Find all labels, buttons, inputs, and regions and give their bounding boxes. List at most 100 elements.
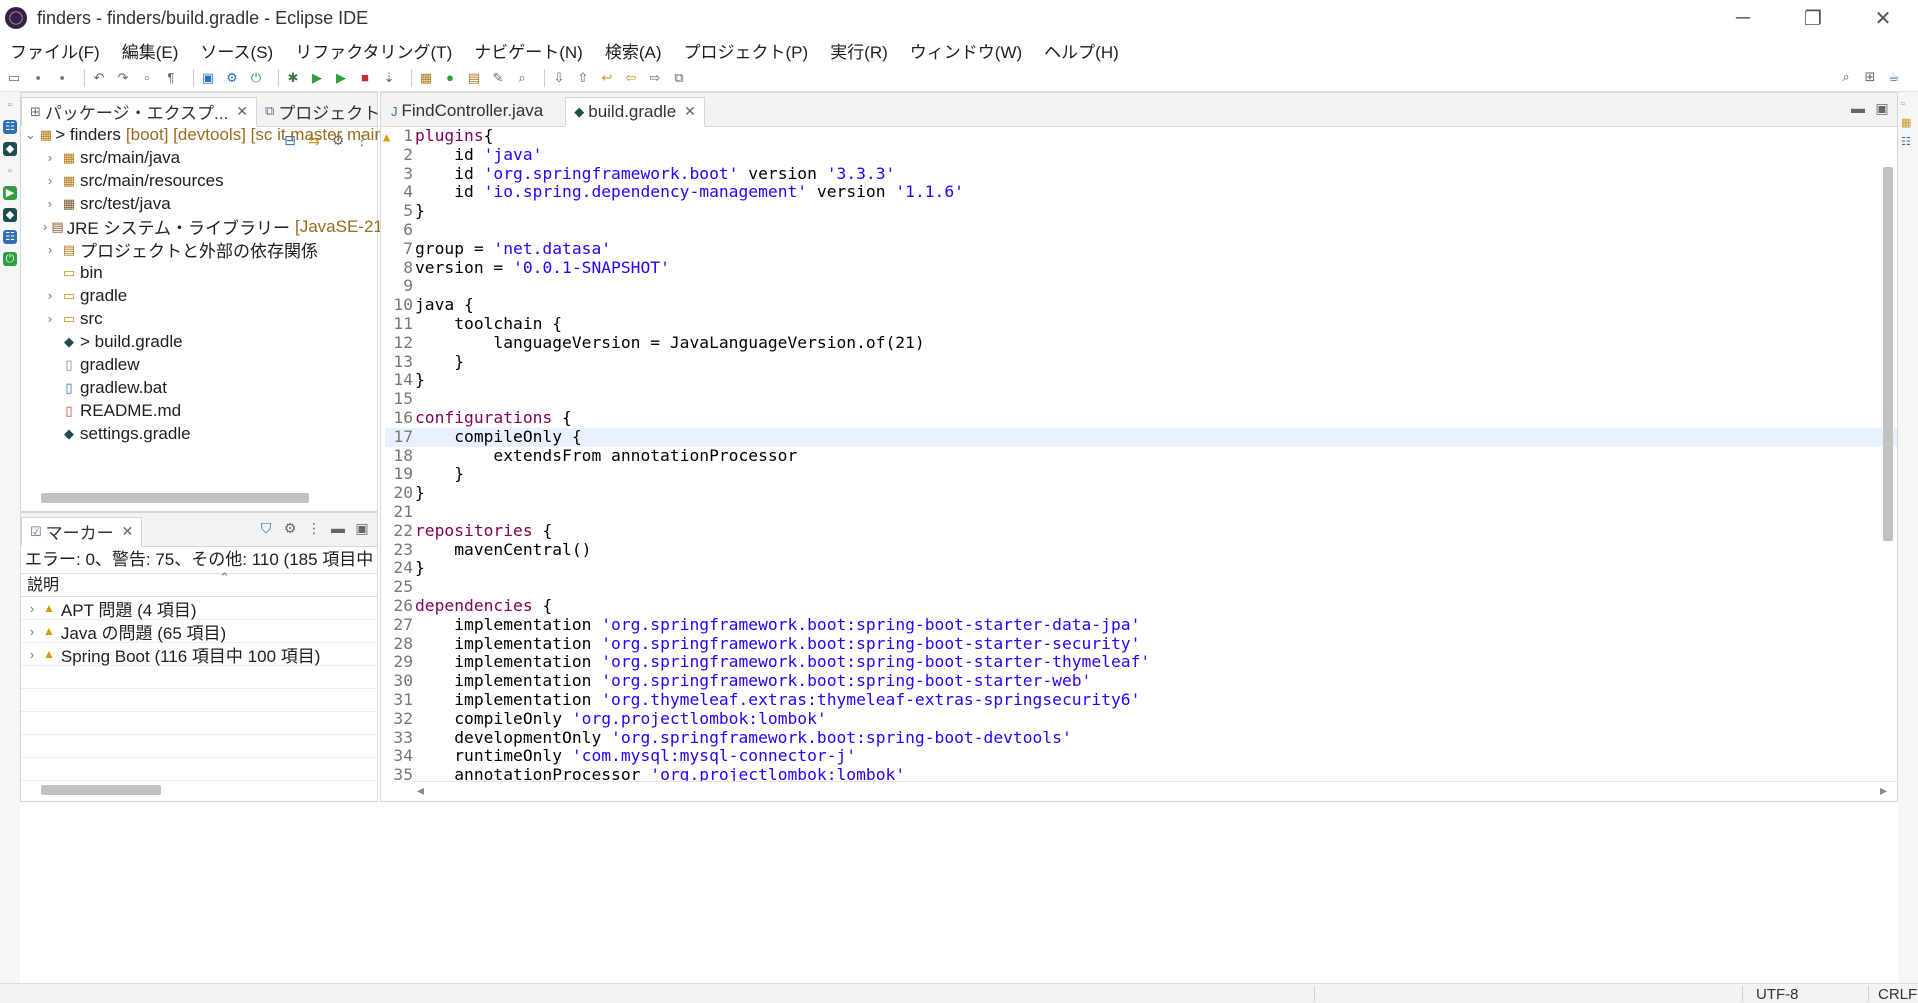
open-perspective-icon[interactable]: ⊞ xyxy=(1862,69,1878,85)
gradle-executions-icon[interactable]: ◆ xyxy=(3,208,17,222)
tree-item[interactable]: › ▭ src xyxy=(21,307,377,330)
menu-project[interactable]: プロジェクト(P) xyxy=(684,38,809,63)
search-icon[interactable]: ⌕ xyxy=(1838,69,1854,85)
chevron-right-icon[interactable]: › xyxy=(25,624,39,639)
tab-markers[interactable]: ☑ マーカー ✕ xyxy=(21,517,143,547)
menu-refactor[interactable]: リファクタリング(T) xyxy=(295,38,452,63)
deploy-icon[interactable]: ⇣ xyxy=(381,70,397,86)
menu-window[interactable]: ウィンドウ(W) xyxy=(910,38,1022,63)
new-icon[interactable]: ▭ xyxy=(6,70,22,86)
view-menu-icon[interactable]: ⋮ xyxy=(305,519,323,537)
tree-item[interactable]: ▭ bin xyxy=(21,261,377,284)
pin-editor-icon[interactable]: ⧉ xyxy=(671,70,687,86)
menu-search[interactable]: 検索(A) xyxy=(605,38,662,63)
chevron-right-icon[interactable]: › xyxy=(25,647,39,662)
marker-group-row[interactable]: › ▲ Java の問題 (65 項目) xyxy=(21,620,377,643)
last-edit-icon[interactable]: ↩ xyxy=(599,70,615,86)
chevron-right-icon[interactable]: › xyxy=(43,173,57,188)
column-header-description[interactable]: 説明 ⌃ xyxy=(21,570,377,597)
tree-item[interactable]: ◆ settings.gradle xyxy=(21,422,377,445)
search-file-icon[interactable]: ⌕ xyxy=(514,70,530,86)
filter-icon[interactable]: ⛉ xyxy=(257,519,275,537)
tab-build-gradle[interactable]: ◆ build.gradle ✕ xyxy=(565,97,705,127)
scroll-right-icon[interactable]: ▸ xyxy=(1880,782,1887,799)
minimize-view-icon[interactable]: ▬ xyxy=(1849,99,1867,117)
show-whitespace-icon[interactable]: ¶ xyxy=(163,70,179,86)
hierarchy-icon[interactable]: ☷ xyxy=(3,120,17,134)
servers-icon[interactable]: ☷ xyxy=(3,230,17,244)
open-type-icon[interactable]: ▤ xyxy=(466,70,482,86)
close-icon[interactable]: ✕ xyxy=(122,523,134,540)
minimize-view-icon[interactable]: ▬ xyxy=(329,519,347,537)
marker-group-row[interactable]: › ▲ Spring Boot (116 項目中 100 項目) xyxy=(21,643,377,666)
marker-group-row[interactable]: › ▲ APT 問題 (4 項目) xyxy=(21,597,377,620)
minimize-button[interactable]: ─ xyxy=(1708,0,1778,36)
stop-icon[interactable]: ■ xyxy=(357,70,373,86)
menu-navigate[interactable]: ナビゲート(N) xyxy=(474,38,583,63)
chevron-down-icon[interactable]: ⌄ xyxy=(25,127,36,143)
debug-icon[interactable]: ✱ xyxy=(285,70,301,86)
prev-annotation-icon[interactable]: ⇧ xyxy=(575,70,591,86)
run-external-icon[interactable]: ▶ xyxy=(333,70,349,86)
chevron-right-icon[interactable]: › xyxy=(43,288,57,303)
scroll-left-icon[interactable]: ◂ xyxy=(417,782,424,799)
vertical-scrollbar[interactable] xyxy=(1883,167,1893,541)
next-annotation-icon[interactable]: ⇩ xyxy=(551,70,567,86)
restore-icon[interactable]: ▫ xyxy=(1901,98,1915,110)
tree-item[interactable]: ▯ gradlew xyxy=(21,353,377,376)
close-icon[interactable]: ✕ xyxy=(684,103,696,120)
toggle-mark-icon[interactable]: ▫ xyxy=(139,70,155,86)
encoding-status[interactable]: UTF-8 xyxy=(1756,986,1799,1003)
editor-horizontal-scrollbar[interactable]: ◂ ▸ xyxy=(413,781,1897,801)
focus-icon[interactable]: ⚙ xyxy=(281,519,299,537)
menu-edit[interactable]: 編集(E) xyxy=(122,38,179,63)
code-editor[interactable]: ▲ 1 plugins{2 id 'java' 3 id 'org.springfr… xyxy=(381,127,1897,781)
tab-find-controller[interactable]: J FindController.java xyxy=(383,96,551,126)
menu-help[interactable]: ヘルプ(H) xyxy=(1044,38,1119,63)
restore-icon[interactable]: ▫ xyxy=(3,98,17,112)
spring-boot-icon[interactable]: ⏻ xyxy=(248,70,264,86)
chevron-right-icon[interactable]: › xyxy=(43,311,57,326)
boot-dashboard-icon[interactable]: ▶ xyxy=(3,186,17,200)
tree-item[interactable]: › ▦ src/main/resources xyxy=(21,169,377,192)
maximize-view-icon[interactable]: ▣ xyxy=(1873,99,1891,117)
line-delimiter-status[interactable]: CRLF xyxy=(1878,986,1917,1003)
chevron-right-icon[interactable]: › xyxy=(25,601,39,616)
forward-icon[interactable]: ⇨ xyxy=(647,70,663,86)
close-button[interactable]: ✕ xyxy=(1848,0,1918,36)
menu-source[interactable]: ソース(S) xyxy=(200,38,273,63)
undo-icon[interactable]: ↶ xyxy=(91,70,107,86)
chevron-right-icon[interactable]: › xyxy=(43,150,57,165)
back-icon[interactable]: ⇦ xyxy=(623,70,639,86)
menu-run[interactable]: 実行(R) xyxy=(830,38,888,63)
chevron-right-icon[interactable]: › xyxy=(43,196,57,211)
chevron-right-icon[interactable]: › xyxy=(43,219,47,234)
maximize-view-icon[interactable]: ▣ xyxy=(353,519,371,537)
java-perspective-icon[interactable]: ☕ xyxy=(1886,69,1902,85)
new-class-icon[interactable]: ● xyxy=(442,70,458,86)
chevron-right-icon[interactable]: › xyxy=(43,242,57,257)
redo-icon[interactable]: ↷ xyxy=(115,70,131,86)
open-task-icon[interactable]: ✎ xyxy=(490,70,506,86)
task-list-icon[interactable]: ☷ xyxy=(1901,135,1915,148)
horizontal-scrollbar[interactable] xyxy=(41,785,161,795)
horizontal-scrollbar[interactable] xyxy=(41,493,309,503)
restore-icon[interactable]: ▫ xyxy=(3,164,17,178)
save-icon[interactable]: ▪ xyxy=(30,70,46,86)
gradle-tasks-icon[interactable]: ◆ xyxy=(3,142,17,156)
tree-root[interactable]: ⌄ ▦ > finders [boot] [devtools] [sc it m… xyxy=(21,123,389,146)
outline-icon[interactable]: ▦ xyxy=(1901,116,1915,129)
spring-icon[interactable]: ⏻ xyxy=(3,252,17,266)
tree-item[interactable]: › ▦ src/main/java xyxy=(21,146,377,169)
close-icon[interactable]: ✕ xyxy=(236,103,248,120)
restore-button[interactable]: ❐ xyxy=(1778,0,1848,36)
tree-item[interactable]: › ▭ gradle xyxy=(21,284,377,307)
terminal-icon[interactable]: ▣ xyxy=(200,70,216,86)
tree-item[interactable]: ▯ README.md xyxy=(21,399,377,422)
tree-item[interactable]: › ▤ JRE システム・ライブラリー [JavaSE-21] xyxy=(21,215,388,239)
new-package-icon[interactable]: ▦ xyxy=(418,70,434,86)
tree-item[interactable]: ▯ gradlew.bat xyxy=(21,376,377,399)
settings-icon[interactable]: ⚙ xyxy=(224,70,240,86)
tree-item[interactable]: › ▦ src/test/java xyxy=(21,192,377,215)
run-icon[interactable]: ▶ xyxy=(309,70,325,86)
